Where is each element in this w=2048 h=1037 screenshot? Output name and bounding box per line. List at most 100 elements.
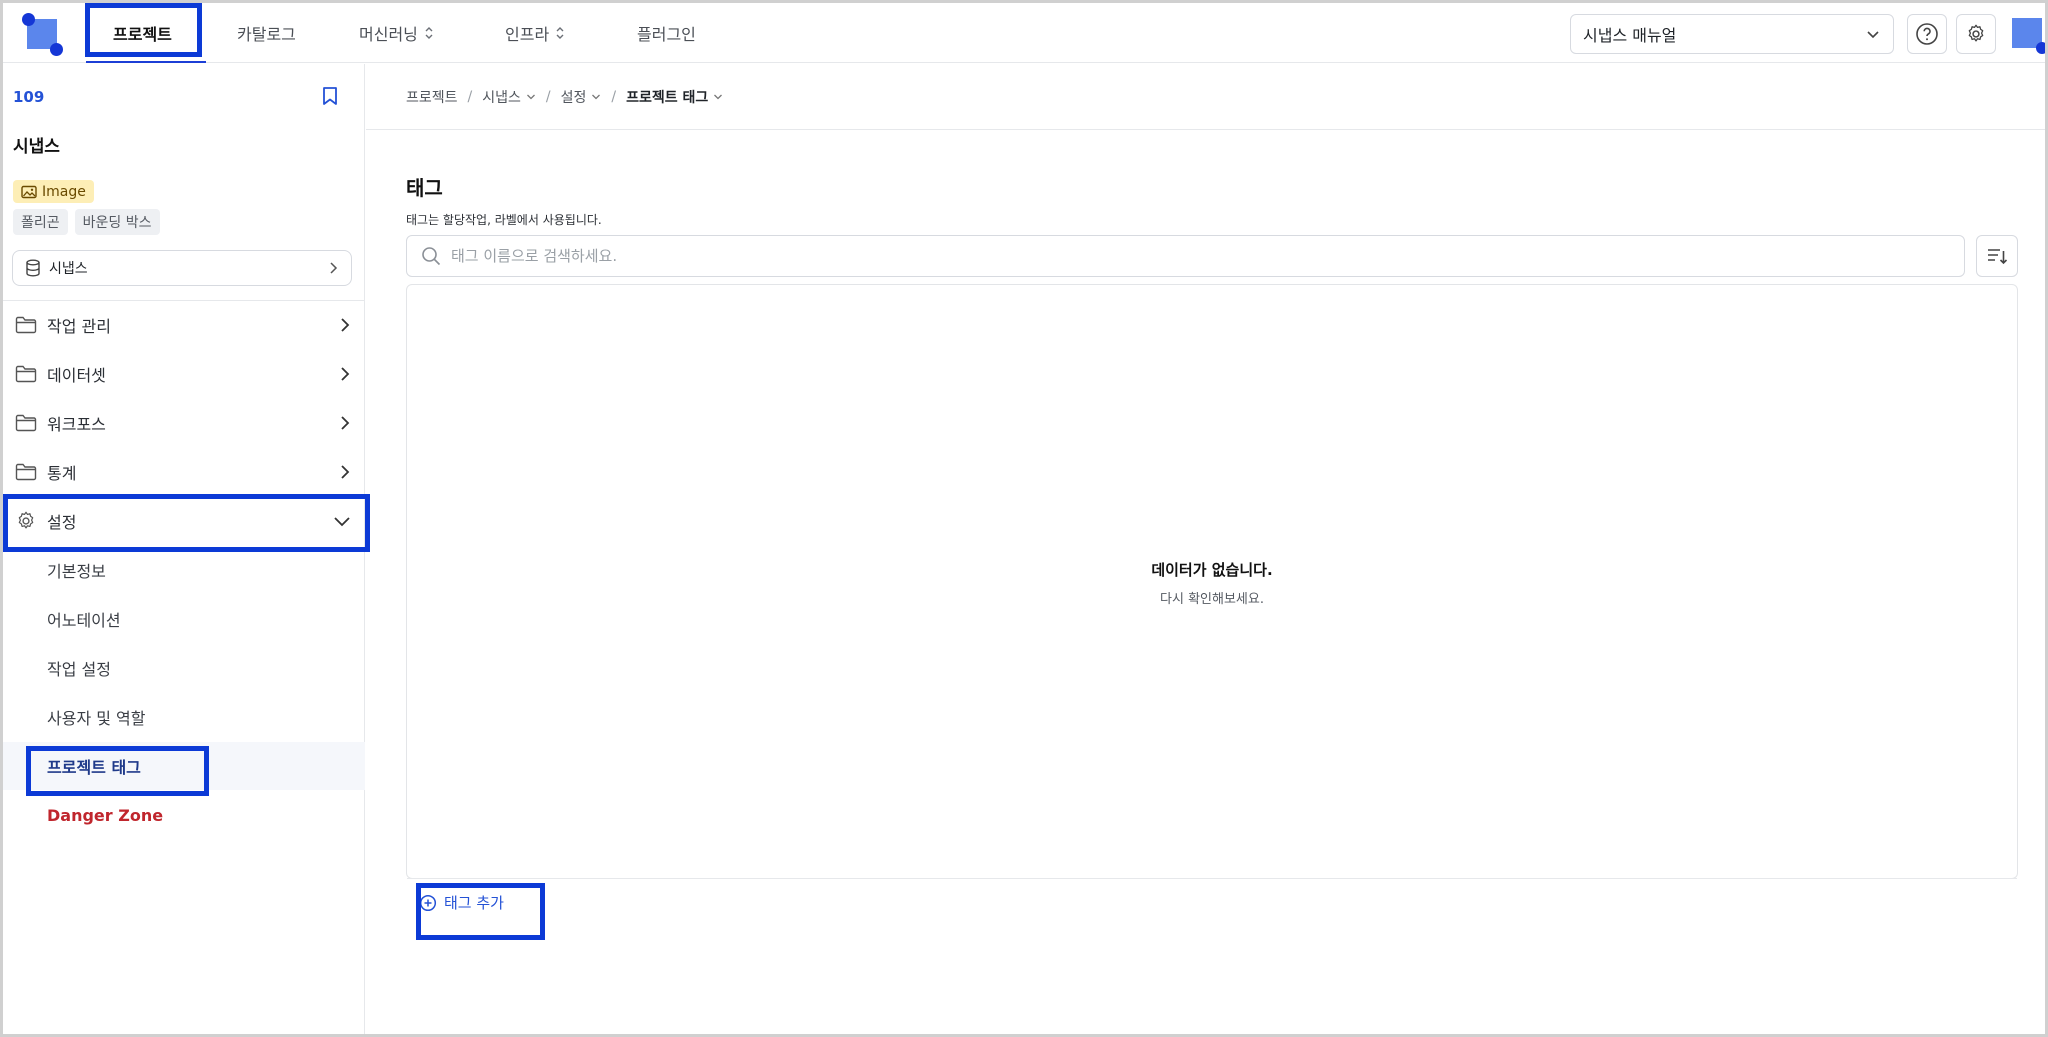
breadcrumb-label: 시냅스 [482,90,521,106]
bookmark-button[interactable] [321,86,339,110]
project-id: 109 [13,88,45,106]
breadcrumb-item-project-tags[interactable]: 프로젝트 태그 [626,87,723,107]
breadcrumb-label: 설정 [560,90,587,106]
empty-state-title: 데이터가 없습니다. [1151,561,1273,579]
search-icon [422,247,441,266]
chevron-down-icon [526,94,535,100]
gear-icon [18,511,34,529]
tag-search-input[interactable] [451,247,1950,265]
tag-table: 데이터가 없습니다. 다시 확인해보세요. [406,284,2018,879]
chevron-down-icon [592,94,601,100]
chevron-right-icon [341,465,350,479]
sidebar-subitem-project-tags[interactable]: 프로젝트 태그 [3,742,365,790]
sidebar-item-statistics[interactable]: 통계 [3,448,365,496]
breadcrumb-label: 프로젝트 태그 [626,90,709,106]
sidebar-item-task-management[interactable]: 작업 관리 [3,301,365,349]
nav-item-label: 인프라 [505,25,550,44]
sort-button[interactable] [1976,235,2018,277]
logo-dot [50,43,63,56]
chevron-right-icon [341,416,350,430]
nav-item-label: 프로젝트 [113,25,172,44]
manual-select[interactable]: 시냅스 매뉴얼 [1570,14,1894,54]
chevron-updown-icon [425,27,433,39]
annotation-chips: 폴리곤 바운딩 박스 [13,209,160,235]
sidebar-subitem-basic-info[interactable]: 기본정보 [3,546,365,594]
nav-item-infra[interactable]: 인프라 [505,3,565,63]
chevron-right-icon [330,262,338,274]
chevron-right-icon [341,318,350,332]
bookmark-icon [323,87,337,105]
breadcrumb-item-project[interactable]: 프로젝트 [406,87,458,107]
sidebar-subitem-label: 작업 설정 [47,660,111,679]
nav-item-plugin[interactable]: 플러그인 [637,3,696,63]
sidebar-subitem-annotation[interactable]: 어노테이션 [3,595,365,643]
chevron-updown-icon [556,27,564,39]
sidebar-subitem-label: 기본정보 [47,562,106,581]
plus-circle-icon [419,894,437,911]
sidebar-item-workforce[interactable]: 워크포스 [3,399,365,447]
breadcrumb-item-synapse[interactable]: 시냅스 [482,87,536,107]
user-avatar[interactable] [2008,14,2048,58]
sidebar: 109 시냅스 Image 폴리곤 바운딩 박스 시냅스 작업 관리 데이터셋 … [3,64,365,1034]
chevron-down-icon [714,94,723,100]
dataset-select[interactable]: 시냅스 [12,250,352,286]
main-content: 프로젝트 / 시냅스 / 설정 / 프로젝트 태그 태그 태그는 할당작업, 라… [366,64,2045,1034]
sidebar-item-dataset[interactable]: 데이터셋 [3,350,365,398]
folder-icon [15,316,37,334]
help-button[interactable] [1907,14,1947,54]
nav-item-project[interactable]: 프로젝트 [113,3,172,63]
empty-state-subtitle: 다시 확인해보세요. [1160,592,1264,607]
folder-icon [15,365,37,383]
breadcrumb-separator: / [545,89,551,105]
nav-item-label: 플러그인 [637,25,696,44]
help-icon [1916,23,1938,45]
dataset-select-value: 시냅스 [49,261,88,277]
table-footer-divider [407,878,2017,879]
image-icon [21,185,37,198]
nav-item-label: 카탈로그 [237,25,296,44]
breadcrumb-label: 프로젝트 [406,90,458,106]
chevron-down-icon [1867,31,1879,39]
top-navigation-bar: 프로젝트 카탈로그 머신러닝 인프라 플러그인 시냅스 매뉴얼 [3,3,2048,63]
add-tag-label: 태그 추가 [444,894,504,912]
gear-icon [1968,24,1984,42]
logo-dot [22,13,35,26]
nav-item-catalog[interactable]: 카탈로그 [237,3,296,63]
data-type-badge: Image [13,180,94,203]
breadcrumb-item-settings[interactable]: 설정 [561,87,602,107]
breadcrumb-separator: / [611,89,617,105]
avatar-dot [2036,42,2048,54]
database-icon [26,259,40,277]
manual-select-value: 시냅스 매뉴얼 [1583,26,1677,45]
breadcrumb: 프로젝트 / 시냅스 / 설정 / 프로젝트 태그 [406,87,723,107]
sidebar-item-settings[interactable]: 설정 [3,497,365,545]
chevron-right-icon [341,367,350,381]
add-tag-button[interactable]: 태그 추가 [419,892,504,913]
sidebar-item-label: 설정 [47,513,77,532]
nav-active-underline [86,61,206,63]
nav-item-label: 머신러닝 [359,25,418,44]
breadcrumb-divider [366,129,2045,130]
sidebar-subitem-users-roles[interactable]: 사용자 및 역할 [3,693,365,741]
chevron-down-icon [334,517,350,527]
page-title: 태그 [406,176,443,200]
empty-state: 데이터가 없습니다. 다시 확인해보세요. [407,559,2017,607]
sidebar-item-label: 데이터셋 [47,366,106,385]
sidebar-subitem-label: 사용자 및 역할 [47,709,146,728]
nav-item-machine-learning[interactable]: 머신러닝 [359,3,434,63]
sidebar-subitem-danger-zone[interactable]: Danger Zone [3,791,365,839]
folder-icon [15,463,37,481]
sort-icon [1988,249,2008,265]
sidebar-item-label: 워크포스 [47,415,106,434]
annotation-chip: 바운딩 박스 [74,209,160,235]
tag-search-box[interactable] [406,235,1965,277]
folder-icon [15,414,37,432]
page-description: 태그는 할당작업, 라벨에서 사용됩니다. [406,213,602,227]
sidebar-subitem-label: Danger Zone [47,805,164,825]
app-logo[interactable] [22,13,63,57]
sidebar-subitem-label: 어노테이션 [47,611,121,630]
settings-button[interactable] [1956,14,1996,54]
annotation-chip: 폴리곤 [13,209,68,235]
sidebar-subitem-label: 프로젝트 태그 [47,758,141,777]
sidebar-subitem-task-settings[interactable]: 작업 설정 [3,644,365,692]
